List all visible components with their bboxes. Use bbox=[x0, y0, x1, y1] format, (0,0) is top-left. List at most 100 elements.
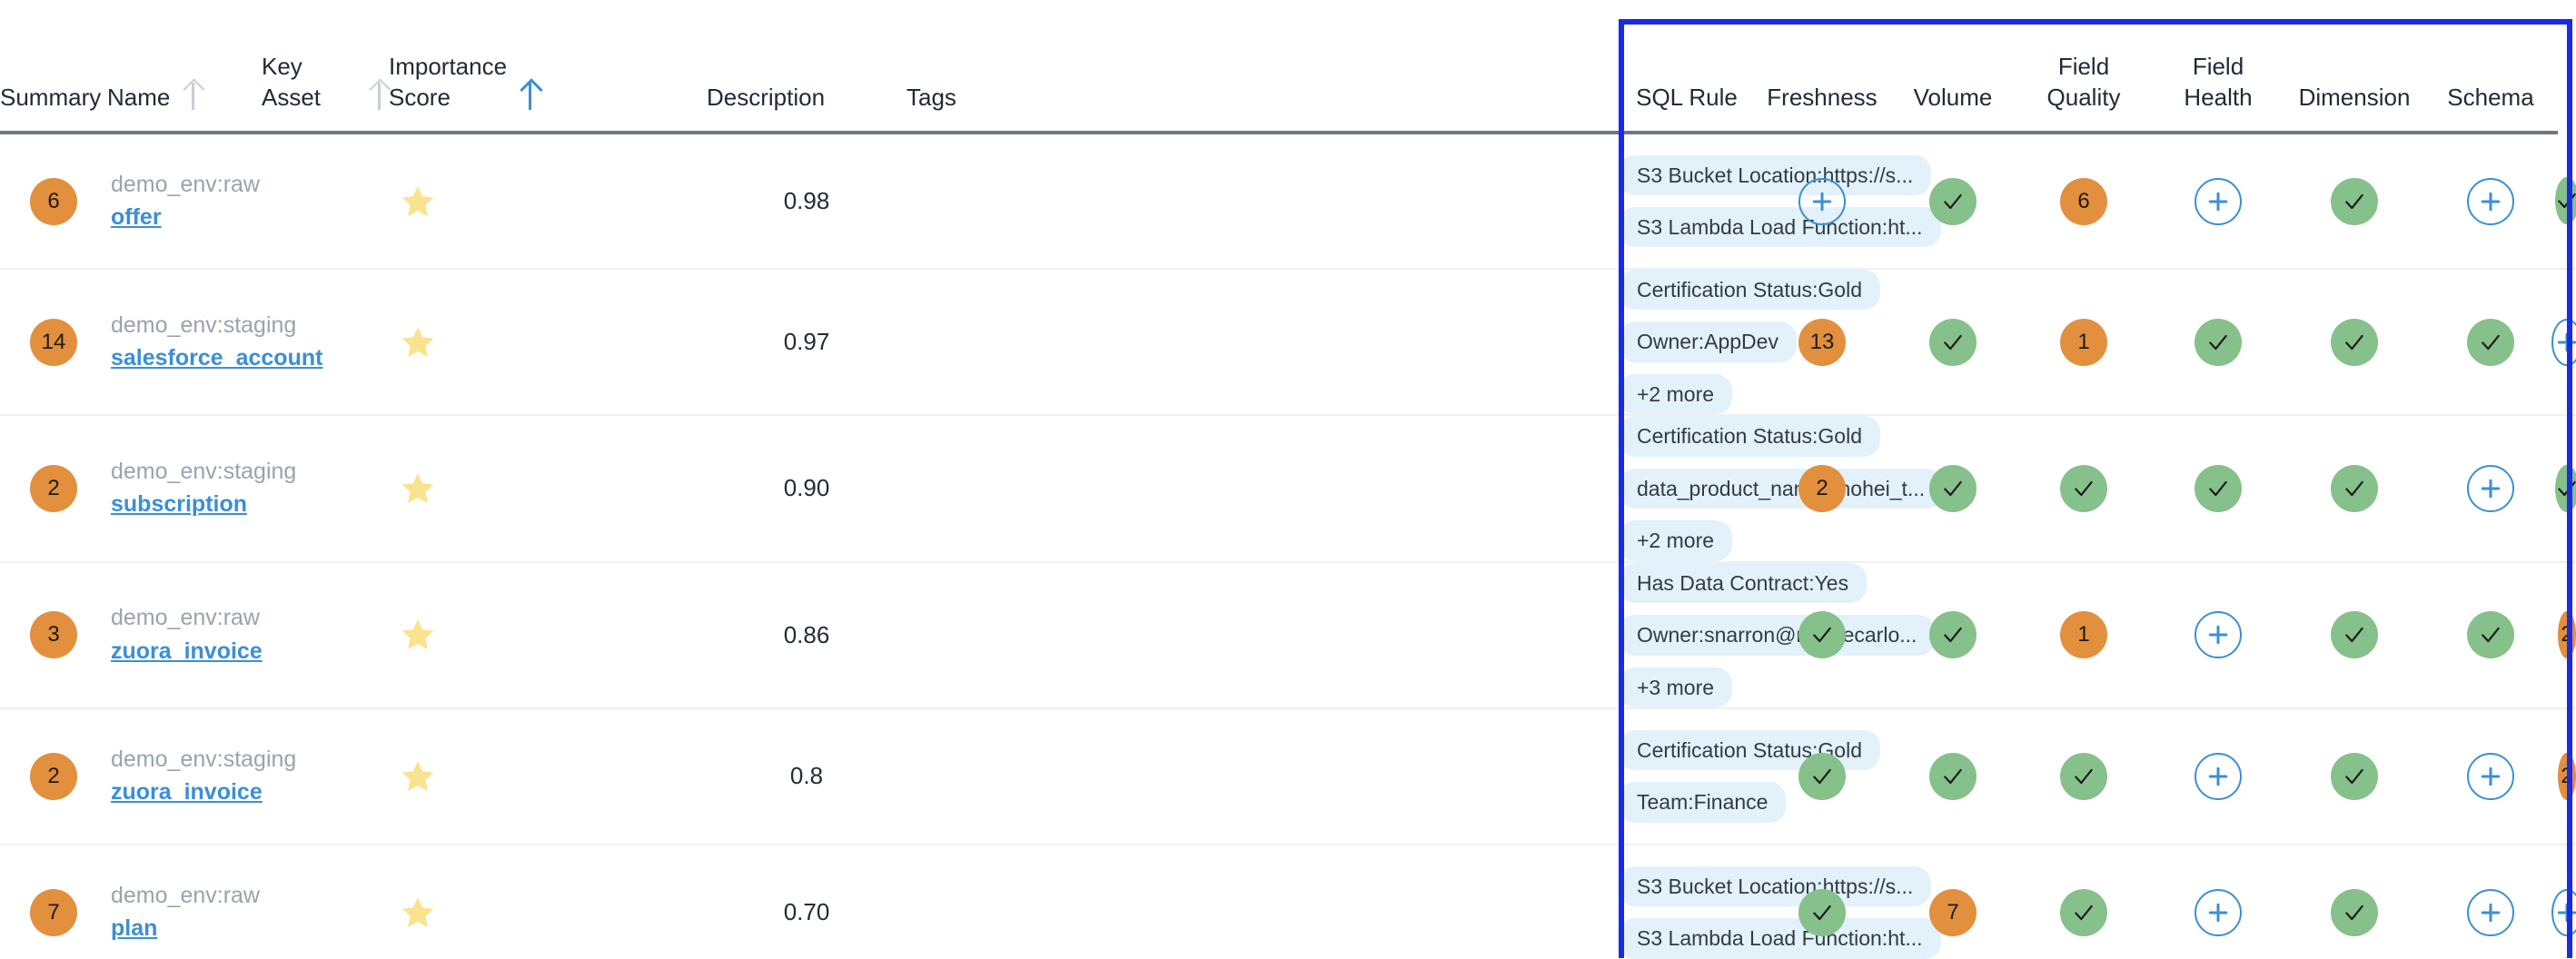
monitor-status-ok-icon[interactable] bbox=[2060, 752, 2107, 800]
monitor-count-badge[interactable]: 7 bbox=[1929, 888, 1977, 936]
summary-count-badge[interactable]: 7 bbox=[30, 888, 77, 936]
column-header-field_quality[interactable]: Field Quality bbox=[2016, 0, 2151, 134]
monitor-status-ok-icon[interactable] bbox=[1798, 752, 1846, 800]
tag-chip[interactable]: Owner:snarron@montecarlo... bbox=[1619, 615, 1936, 656]
sort-ascending-arrow-icon[interactable] bbox=[183, 80, 203, 111]
monitor-status-ok-icon[interactable] bbox=[2555, 176, 2576, 224]
tag-chip[interactable]: Certification Status:Gold bbox=[1619, 270, 1881, 311]
asset-name-link[interactable]: offer bbox=[111, 204, 389, 231]
tags-more-chip[interactable]: +3 more bbox=[1619, 667, 1733, 707]
tags-more-chip[interactable]: +2 more bbox=[1619, 373, 1733, 415]
column-header-key_asset[interactable]: Key Asset bbox=[262, 0, 389, 134]
add-monitor-plus-icon[interactable] bbox=[2467, 888, 2514, 936]
cell-field_quality bbox=[2151, 844, 2285, 959]
column-header-importance[interactable]: Importance Score bbox=[389, 0, 707, 134]
monitor-count-badge[interactable]: 2 bbox=[1798, 464, 1846, 512]
monitor-count-badge[interactable]: 2 bbox=[2558, 611, 2576, 659]
column-header-dimension[interactable]: Dimension bbox=[2285, 0, 2423, 134]
monitor-status-ok-icon[interactable] bbox=[2467, 611, 2514, 659]
column-header-schema[interactable]: Schema bbox=[2423, 0, 2558, 134]
tag-chip[interactable]: S3 Lambda Load Function:ht... bbox=[1619, 207, 1941, 248]
tag-chip[interactable]: Certification Status:Gold bbox=[1619, 416, 1881, 457]
monitor-count-badge[interactable]: 1 bbox=[2060, 318, 2107, 366]
summary-count-badge[interactable]: 2 bbox=[30, 464, 77, 512]
monitor-status-ok-icon[interactable] bbox=[1929, 752, 1977, 800]
cell-field_quality bbox=[2151, 269, 2285, 417]
monitor-status-ok-icon[interactable] bbox=[1929, 464, 1977, 512]
cell-volume bbox=[2016, 415, 2151, 563]
tag-chip[interactable]: S3 Bucket Location:https://s... bbox=[1619, 154, 1932, 195]
sort-ascending-arrow-icon[interactable] bbox=[369, 80, 389, 111]
cell-schema: 2 bbox=[2558, 707, 2576, 845]
monitor-status-ok-icon[interactable] bbox=[2331, 318, 2378, 366]
add-monitor-plus-icon[interactable] bbox=[2195, 752, 2242, 800]
monitor-status-ok-icon[interactable] bbox=[2331, 888, 2378, 936]
table-row[interactable]: 6 demo_env:raw offer 0.98 S3 Bucket Location… bbox=[0, 133, 2576, 270]
tag-chip[interactable]: data_product_name:shohei_t... bbox=[1619, 468, 1944, 509]
monitor-status-ok-icon[interactable] bbox=[2060, 464, 2107, 512]
cell-volume: 6 bbox=[2016, 133, 2151, 270]
asset-name-link[interactable]: zuora_invoice bbox=[111, 638, 389, 665]
monitor-count-badge[interactable]: 6 bbox=[2060, 177, 2107, 225]
monitor-status-ok-icon[interactable] bbox=[2195, 318, 2242, 366]
monitor-status-ok-icon[interactable] bbox=[2331, 464, 2378, 512]
summary-count-badge[interactable]: 6 bbox=[30, 177, 77, 225]
monitor-status-ok-icon[interactable] bbox=[1798, 888, 1846, 936]
tag-chip[interactable]: Team:Finance bbox=[1619, 782, 1787, 823]
cell-description bbox=[907, 133, 1619, 270]
key-asset-star-icon[interactable] bbox=[389, 617, 707, 653]
add-monitor-plus-icon[interactable] bbox=[2467, 752, 2514, 800]
summary-count-badge[interactable]: 2 bbox=[30, 752, 77, 800]
key-asset-star-icon[interactable] bbox=[389, 470, 707, 507]
monitor-count-badge[interactable]: 2 bbox=[2558, 752, 2576, 800]
column-header-volume[interactable]: Volume bbox=[1889, 0, 2016, 134]
key-asset-star-icon[interactable] bbox=[389, 895, 707, 931]
table-row[interactable]: 3 demo_env:raw zuora_invoice 0.86 Has Data C… bbox=[0, 561, 2576, 709]
add-monitor-plus-icon[interactable] bbox=[2551, 318, 2576, 366]
table-row[interactable]: 2 demo_env:staging zuora_invoice 0.8 Certifi… bbox=[0, 707, 2576, 845]
cell-dimension bbox=[2423, 707, 2558, 845]
monitor-count-badge[interactable]: 13 bbox=[1798, 318, 1846, 366]
asset-name-link[interactable]: plan bbox=[111, 916, 389, 942]
monitor-status-ok-icon[interactable] bbox=[1929, 318, 1977, 366]
add-monitor-plus-icon[interactable] bbox=[2551, 888, 2576, 936]
tag-chip[interactable]: Owner:AppDev bbox=[1619, 321, 1797, 362]
monitor-status-ok-icon[interactable] bbox=[1798, 611, 1846, 659]
tags-more-chip[interactable]: +2 more bbox=[1619, 520, 1733, 561]
monitor-count-badge[interactable]: 1 bbox=[2060, 611, 2107, 659]
table-row[interactable]: 14 demo_env:staging salesforce_account 0.97… bbox=[0, 269, 2576, 417]
add-monitor-plus-icon[interactable] bbox=[2467, 177, 2514, 225]
add-monitor-plus-icon[interactable] bbox=[2195, 888, 2242, 936]
add-monitor-plus-icon[interactable] bbox=[2195, 177, 2242, 225]
monitor-status-ok-icon[interactable] bbox=[2195, 464, 2242, 512]
column-header-name[interactable]: Name bbox=[107, 0, 262, 134]
key-asset-star-icon[interactable] bbox=[389, 324, 707, 361]
monitor-status-ok-icon[interactable] bbox=[2555, 464, 2576, 512]
key-asset-star-icon[interactable] bbox=[389, 183, 707, 220]
summary-count-badge[interactable]: 14 bbox=[30, 318, 77, 366]
asset-name-link[interactable]: salesforce_account bbox=[111, 346, 389, 371]
tag-chip[interactable]: Has Data Contract:Yes bbox=[1619, 562, 1868, 604]
column-header-sql_rule[interactable]: SQL Rule bbox=[1619, 0, 1755, 134]
column-header-field_health[interactable]: Field Health bbox=[2151, 0, 2285, 134]
monitor-status-ok-icon[interactable] bbox=[1929, 611, 1977, 659]
tag-chip[interactable]: S3 Bucket Location:https://s... bbox=[1619, 866, 1932, 907]
column-header-freshness[interactable]: Freshness bbox=[1755, 0, 1889, 134]
asset-name-link[interactable]: subscription bbox=[111, 492, 389, 518]
monitor-status-ok-icon[interactable] bbox=[1929, 177, 1977, 225]
table-row[interactable]: 7 demo_env:raw plan 0.70 S3 Bucket Location:… bbox=[0, 844, 2576, 959]
monitor-status-ok-icon[interactable] bbox=[2467, 318, 2514, 366]
monitor-status-ok-icon[interactable] bbox=[2331, 752, 2378, 800]
add-monitor-plus-icon[interactable] bbox=[1798, 177, 1846, 225]
add-monitor-plus-icon[interactable] bbox=[2195, 611, 2242, 659]
add-monitor-plus-icon[interactable] bbox=[2467, 464, 2514, 512]
summary-count-badge[interactable]: 3 bbox=[30, 611, 77, 659]
asset-name-link[interactable]: zuora_invoice bbox=[111, 780, 389, 806]
key-asset-star-icon[interactable] bbox=[389, 758, 707, 795]
table-row[interactable]: 2 demo_env:staging subscription 0.90 Certifi… bbox=[0, 415, 2576, 563]
monitor-status-ok-icon[interactable] bbox=[2331, 611, 2378, 659]
monitor-status-ok-icon[interactable] bbox=[2060, 888, 2107, 936]
monitor-status-ok-icon[interactable] bbox=[2331, 177, 2378, 225]
tag-chip[interactable]: S3 Lambda Load Function:ht... bbox=[1619, 918, 1941, 959]
sort-ascending-arrow-icon[interactable] bbox=[520, 80, 540, 111]
